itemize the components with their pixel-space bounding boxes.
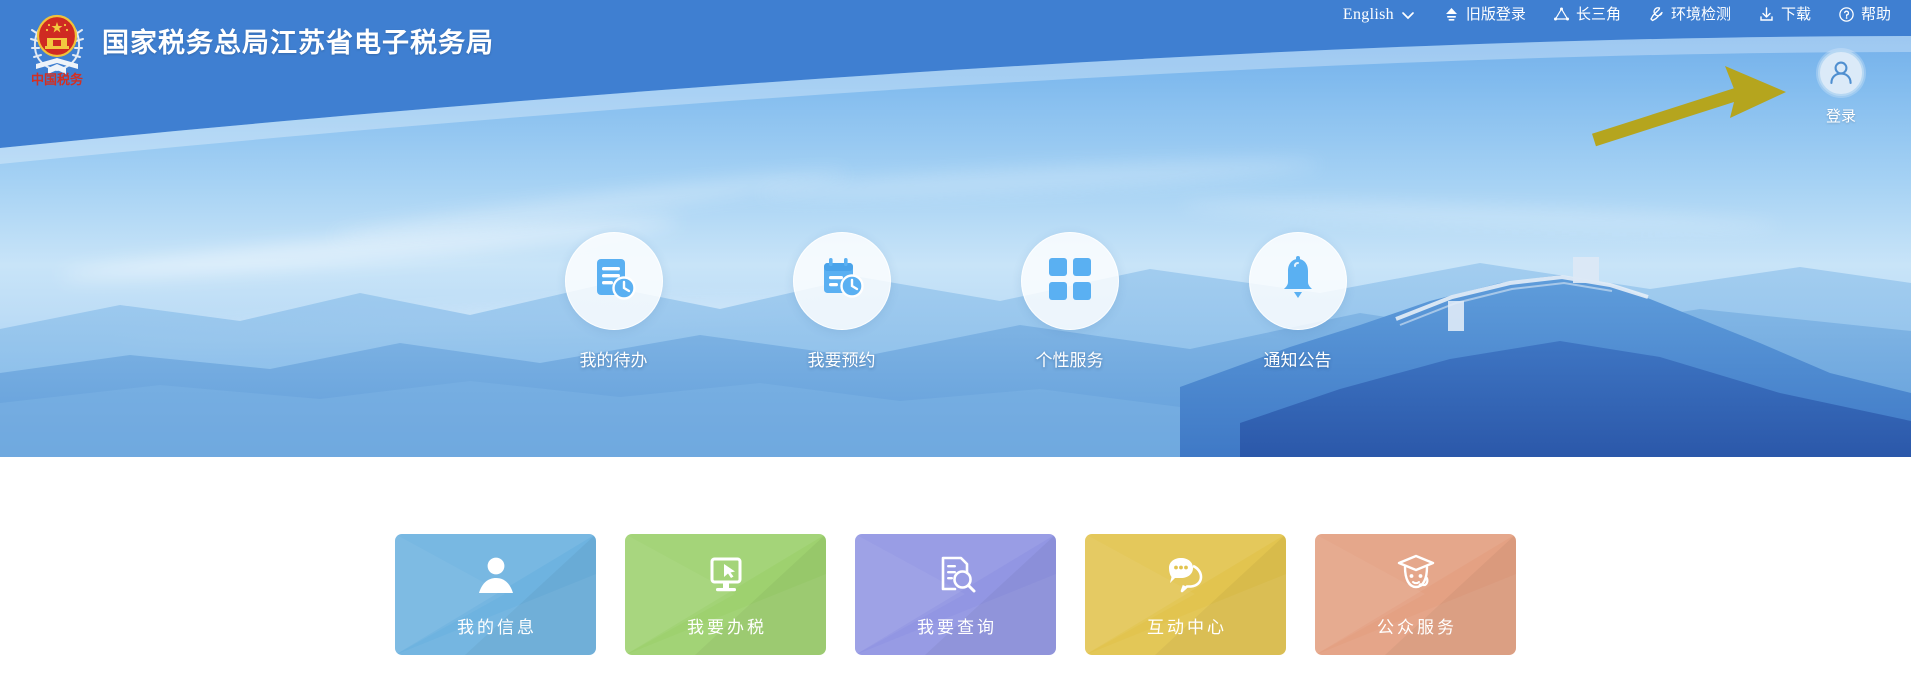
- tile-query[interactable]: 我要查询: [855, 534, 1056, 655]
- nav-item-environment-check[interactable]: 环境检测: [1648, 6, 1731, 23]
- shortcut-my-todo[interactable]: 我的待办: [558, 232, 670, 371]
- wrench-icon: [1648, 6, 1665, 23]
- tile-label: 互动中心: [1147, 618, 1227, 637]
- shortcut-appointment[interactable]: 我要预约: [786, 232, 898, 371]
- tax-emblem-logo: 中国税务: [26, 8, 88, 88]
- upload-arrow-icon: [1443, 6, 1460, 23]
- chevron-down-icon: [1400, 7, 1416, 23]
- tile-tax-handling[interactable]: 我要办税: [625, 534, 826, 655]
- shortcut-label: 我要预约: [807, 351, 876, 370]
- shortcut-circle: [564, 232, 663, 330]
- shortcut-circle: [1020, 232, 1119, 330]
- tile-public-service[interactable]: 公众服务: [1315, 534, 1516, 655]
- bell-icon: [1273, 254, 1323, 309]
- nav-label: 旧版登录: [1465, 6, 1526, 23]
- tile-label: 我要查询: [917, 618, 997, 637]
- tile-label: 我要办税: [687, 618, 767, 637]
- shortcut-notice[interactable]: 通知公告: [1242, 232, 1354, 371]
- brand: 中国税务 国家税务总局江苏省电子税务局: [26, 8, 494, 88]
- shortcut-circle: [792, 232, 891, 330]
- shortcut-label: 通知公告: [1263, 351, 1332, 370]
- nav-item-legacy-login[interactable]: 旧版登录: [1443, 6, 1526, 23]
- nav-label: 长三角: [1575, 6, 1621, 23]
- shortcut-personal-service[interactable]: 个性服务: [1014, 232, 1126, 371]
- nav-item-download[interactable]: 下载: [1758, 6, 1811, 23]
- nav-item-english[interactable]: English: [1342, 5, 1416, 23]
- download-icon: [1758, 6, 1775, 23]
- nav-label: 环境检测: [1670, 6, 1731, 23]
- user-avatar-icon: [1818, 50, 1864, 96]
- triangle-nodes-icon: [1553, 6, 1570, 23]
- grid-four-icon: [1046, 255, 1094, 308]
- shortcut-label: 我的待办: [579, 351, 648, 370]
- nav-label: English: [1342, 5, 1394, 23]
- graduate-headset-icon: [1393, 551, 1439, 599]
- tile-interaction-center[interactable]: 互动中心: [1085, 534, 1286, 655]
- page-title: 国家税务总局江苏省电子税务局: [102, 27, 494, 58]
- tile-label: 我的信息: [457, 618, 537, 637]
- document-clock-icon: [588, 253, 640, 310]
- nav-item-help[interactable]: 帮助: [1838, 6, 1891, 23]
- hero-shortcuts: 我的待办 我要预约 个性服务 通知公告: [0, 232, 1911, 371]
- nav-label: 下载: [1780, 6, 1811, 23]
- top-bar: 中国税务 国家税务总局江苏省电子税务局 English 旧版登录 长三角 环境检…: [0, 0, 1911, 125]
- shortcut-circle: [1248, 232, 1347, 330]
- login-button[interactable]: 登录: [1799, 50, 1883, 126]
- calendar-clock-icon: [816, 253, 868, 310]
- service-tiles: 我的信息 我要办税 我要查询 互动中心 公众服务: [0, 534, 1911, 655]
- chat-bubbles-icon: [1163, 551, 1209, 599]
- shortcut-label: 个性服务: [1035, 351, 1104, 370]
- question-circle-icon: [1838, 6, 1855, 23]
- tile-label: 公众服务: [1377, 618, 1457, 637]
- top-nav: English 旧版登录 长三角 环境检测 下载 帮助: [1343, 6, 1891, 23]
- document-search-icon: [933, 551, 979, 599]
- login-label: 登录: [1825, 108, 1856, 125]
- nav-label: 帮助: [1860, 6, 1891, 23]
- tile-my-info[interactable]: 我的信息: [395, 534, 596, 655]
- person-icon: [473, 551, 519, 599]
- logo-text: 中国税务: [31, 72, 84, 86]
- nav-item-yangtze-delta[interactable]: 长三角: [1553, 6, 1621, 23]
- monitor-cursor-icon: [703, 551, 749, 599]
